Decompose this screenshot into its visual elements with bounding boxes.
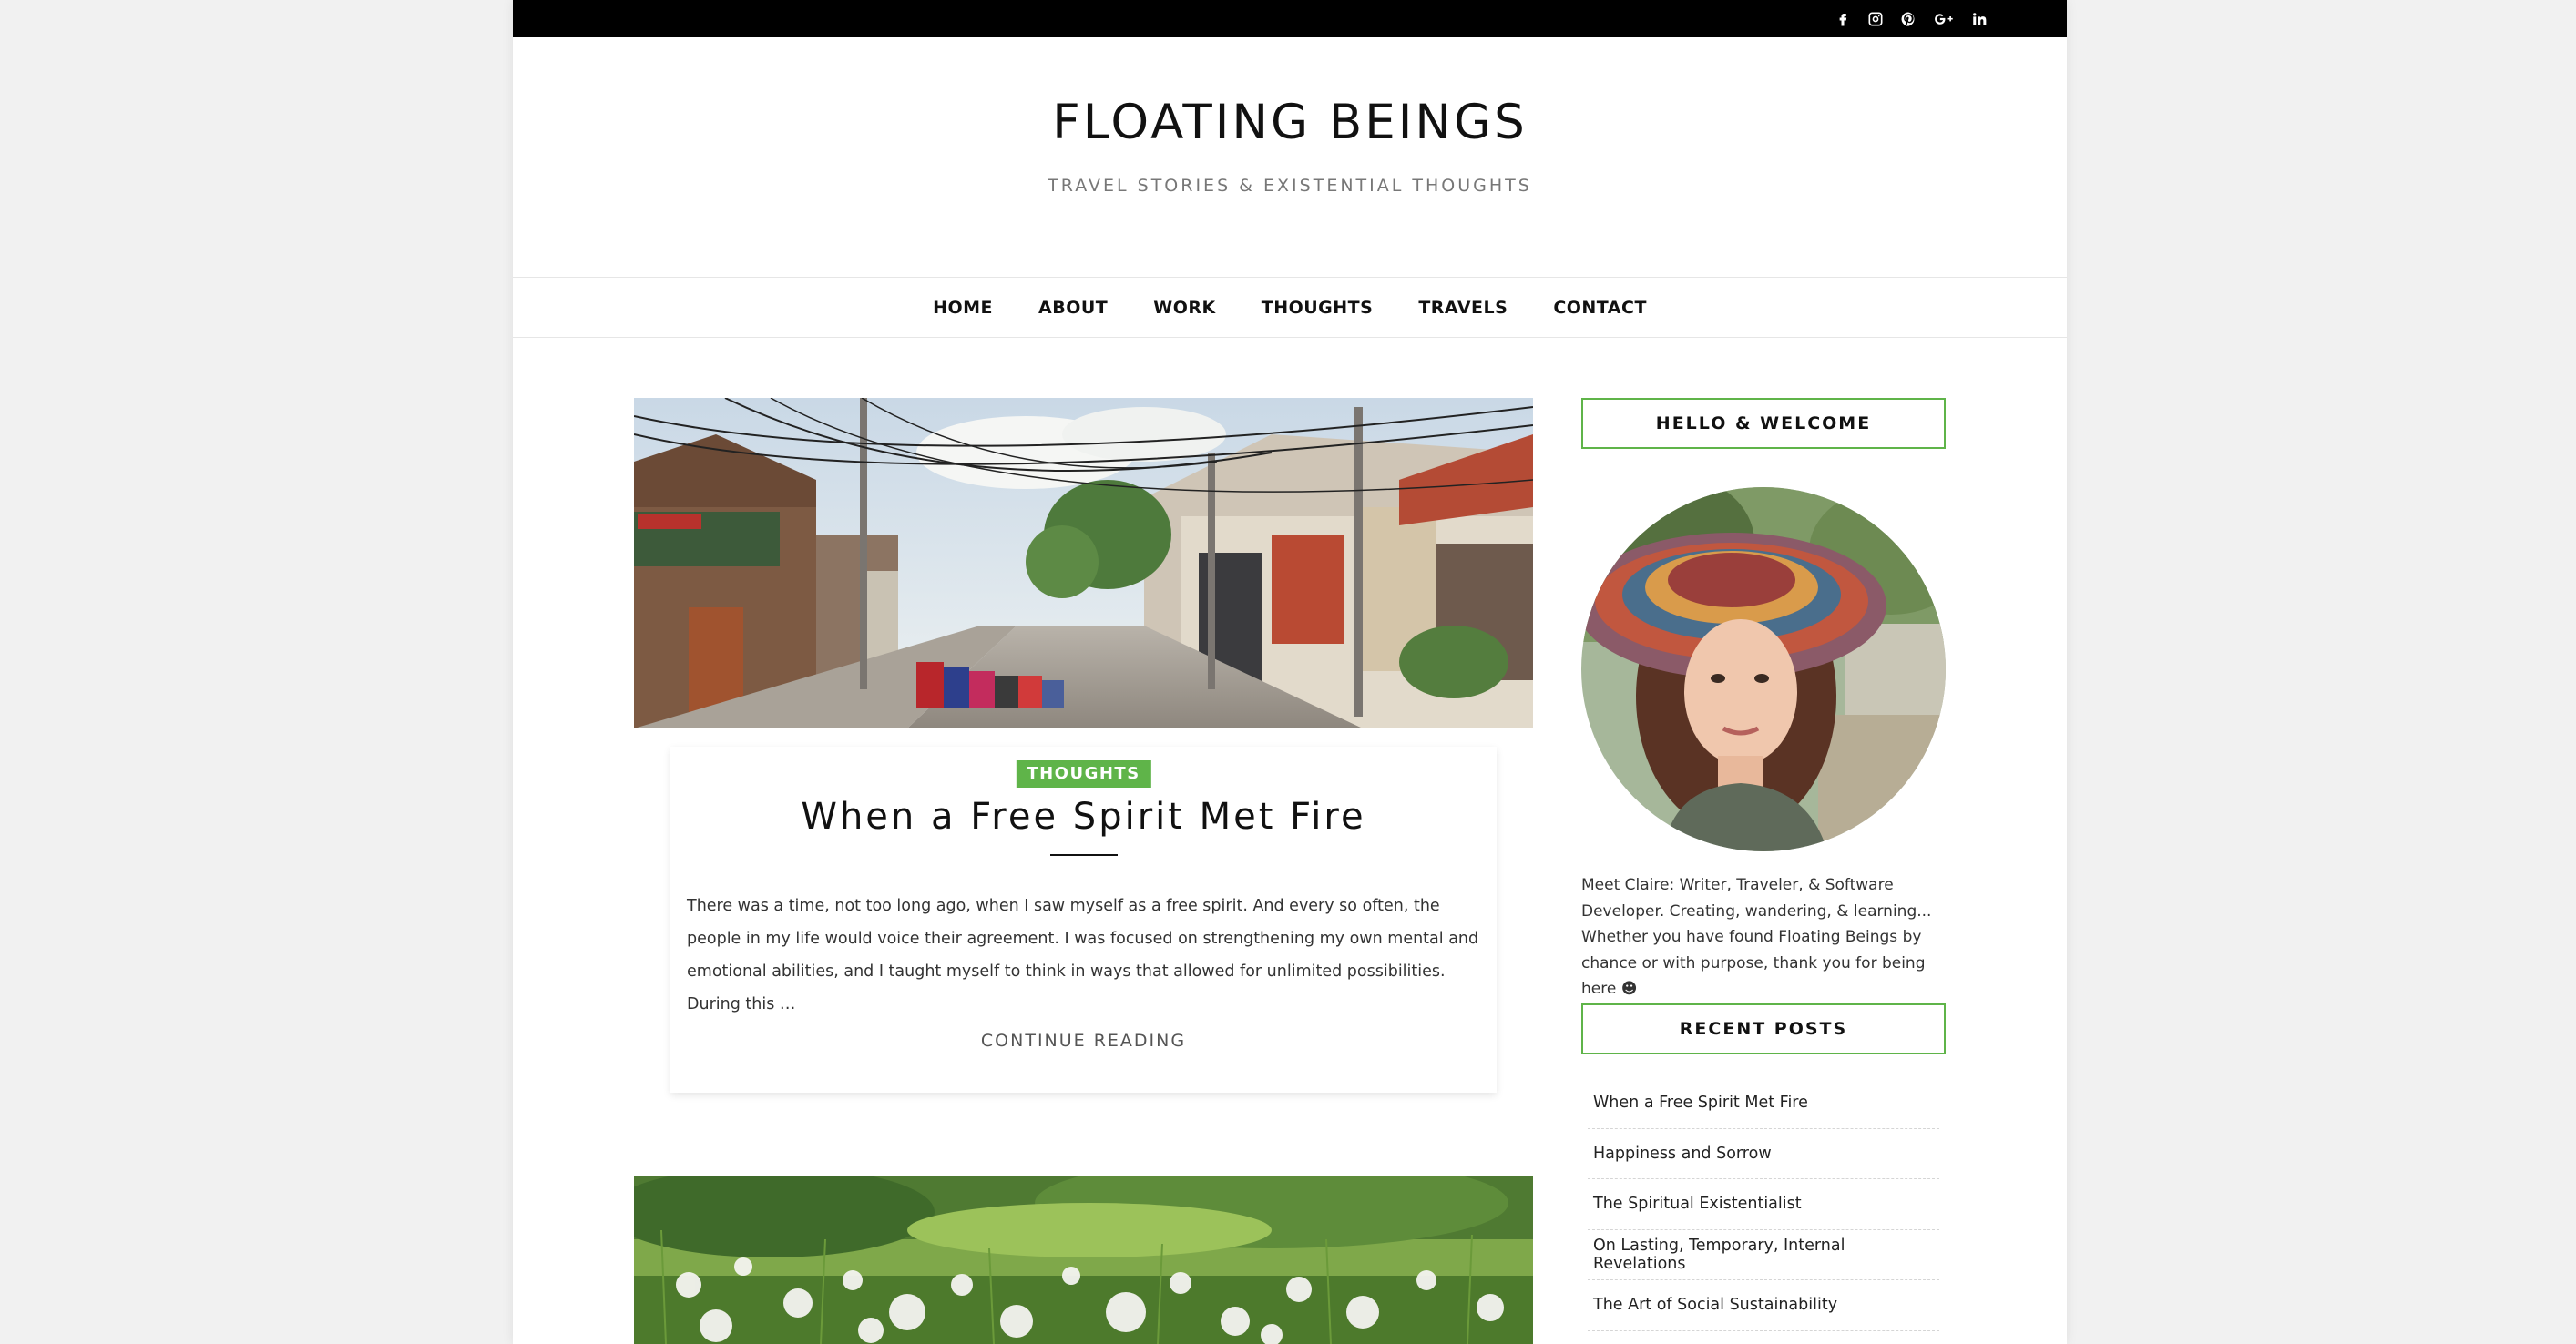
instagram-icon[interactable] xyxy=(1866,10,1885,28)
post-featured-image[interactable] xyxy=(634,398,1533,728)
list-item: When a Free Spirit Met Fire xyxy=(1588,1078,1939,1129)
title-divider xyxy=(1049,854,1118,856)
linkedin-icon[interactable] xyxy=(1970,10,1988,28)
list-item: On Lasting, Temporary, Internal Revelati… xyxy=(1588,1230,1939,1280)
post-2-featured-image[interactable] xyxy=(634,1176,1533,1344)
nav-item-home[interactable]: HOME xyxy=(933,298,993,318)
recent-posts-widget-title: RECENT POSTS xyxy=(1581,1003,1946,1054)
nav-item-about[interactable]: ABOUT xyxy=(1038,298,1108,318)
author-avatar xyxy=(1581,487,1946,851)
welcome-widget-title: HELLO & WELCOME xyxy=(1581,398,1946,449)
recent-post-link[interactable]: The Spiritual Existentialist xyxy=(1593,1195,1802,1213)
nav-item-thoughts[interactable]: THOUGHTS xyxy=(1262,298,1374,318)
recent-posts-list: When a Free Spirit Met Fire Happiness an… xyxy=(1581,1078,1946,1331)
post-excerpt: There was a time, not too long ago, when… xyxy=(687,897,1479,1013)
post-title[interactable]: When a Free Spirit Met Fire xyxy=(670,796,1497,838)
recent-post-link[interactable]: Happiness and Sorrow xyxy=(1593,1145,1772,1163)
pinterest-icon[interactable] xyxy=(1899,10,1917,28)
page: FLOATING BEINGS TRAVEL STORIES & EXISTEN… xyxy=(513,0,2067,1344)
top-bar xyxy=(513,0,2067,37)
list-item: The Spiritual Existentialist xyxy=(1588,1179,1939,1230)
site-title[interactable]: FLOATING BEINGS xyxy=(513,95,2067,150)
nav-item-work[interactable]: WORK xyxy=(1153,298,1215,318)
list-item: Happiness and Sorrow xyxy=(1588,1129,1939,1179)
post-category-badge[interactable]: THOUGHTS xyxy=(1016,760,1151,788)
author-about-text: Meet Claire: Writer, Traveler, & Softwar… xyxy=(1581,876,1932,998)
social-links xyxy=(1834,0,1988,37)
facebook-icon[interactable] xyxy=(1834,10,1852,28)
main-nav: HOME ABOUT WORK THOUGHTS TRAVELS CONTACT xyxy=(513,277,2067,338)
nav-item-travels[interactable]: TRAVELS xyxy=(1418,298,1508,318)
post-card: THOUGHTS When a Free Spirit Met Fire The… xyxy=(670,747,1497,1093)
continue-reading-link[interactable]: CONTINUE READING xyxy=(670,1031,1497,1051)
recent-post-link[interactable]: When a Free Spirit Met Fire xyxy=(1593,1094,1808,1112)
list-item: The Art of Social Sustainability xyxy=(1588,1280,1939,1331)
nav-item-contact[interactable]: CONTACT xyxy=(1553,298,1647,318)
recent-post-link[interactable]: The Art of Social Sustainability xyxy=(1593,1296,1837,1314)
google-plus-icon[interactable] xyxy=(1932,10,1956,28)
recent-post-link[interactable]: On Lasting, Temporary, Internal Revelati… xyxy=(1593,1237,1939,1273)
site-tagline: TRAVEL STORIES & EXISTENTIAL THOUGHTS xyxy=(1048,176,1532,196)
